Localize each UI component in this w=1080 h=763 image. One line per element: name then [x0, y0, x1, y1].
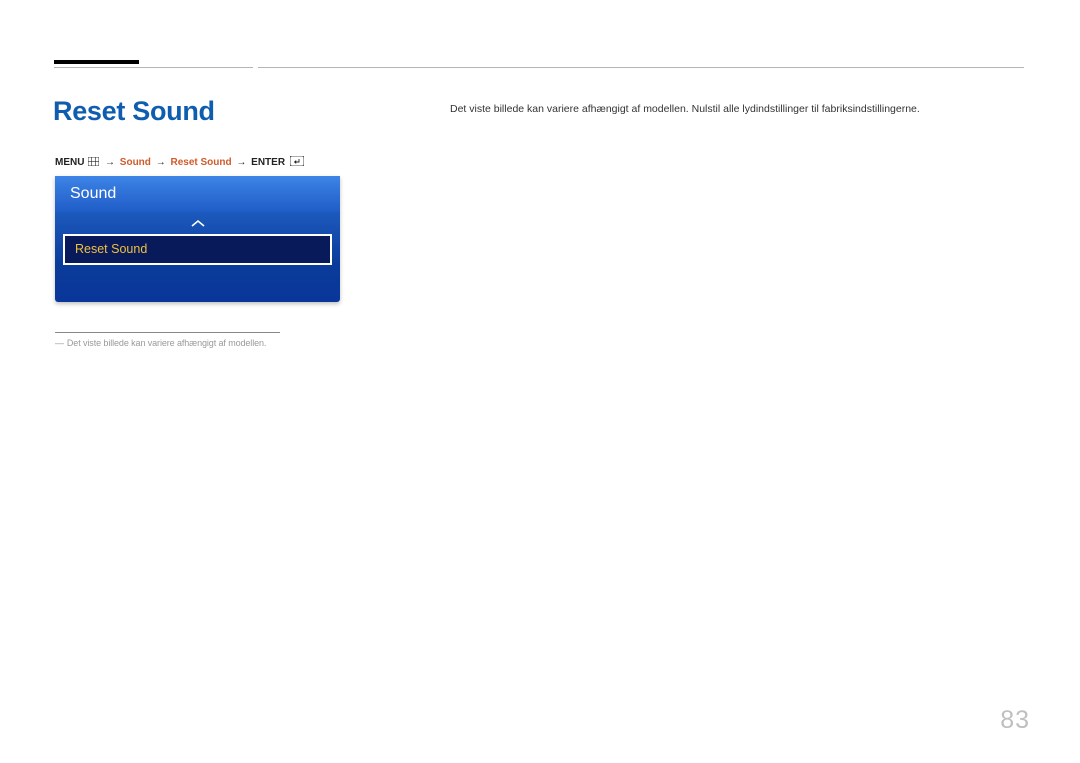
osd-menu-box: Sound Reset Sound: [55, 176, 340, 302]
osd-menu-item-reset-sound[interactable]: Reset Sound: [63, 234, 332, 265]
page-title: Reset Sound: [53, 96, 215, 127]
osd-menu-header: Sound: [55, 176, 340, 212]
breadcrumb-reset-sound: Reset Sound: [170, 157, 231, 168]
breadcrumb: MENU → Sound → Reset Sound → ENTER: [55, 156, 304, 169]
section-tab-marker: [54, 60, 139, 64]
breadcrumb-arrow: →: [156, 157, 166, 168]
footnote-text: ―Det viste billede kan variere afhængigt…: [55, 338, 266, 348]
breadcrumb-enter-label: ENTER: [251, 157, 285, 168]
page-number: 83: [1000, 706, 1030, 735]
chevron-up-icon[interactable]: [55, 212, 340, 234]
breadcrumb-arrow: →: [105, 157, 115, 168]
footnote-body: Det viste billede kan variere afhængigt …: [67, 338, 266, 348]
breadcrumb-sound: Sound: [120, 157, 151, 168]
divider-right: [258, 67, 1024, 68]
footnote-divider: [55, 332, 280, 333]
footnote-dash: ―: [55, 338, 64, 348]
enter-icon: [290, 156, 304, 169]
divider-left: [54, 67, 253, 68]
breadcrumb-arrow: →: [236, 157, 246, 168]
description-text: Det viste billede kan variere afhængigt …: [450, 103, 920, 115]
breadcrumb-menu-label: MENU: [55, 157, 84, 168]
menu-grid-icon: [88, 157, 99, 169]
